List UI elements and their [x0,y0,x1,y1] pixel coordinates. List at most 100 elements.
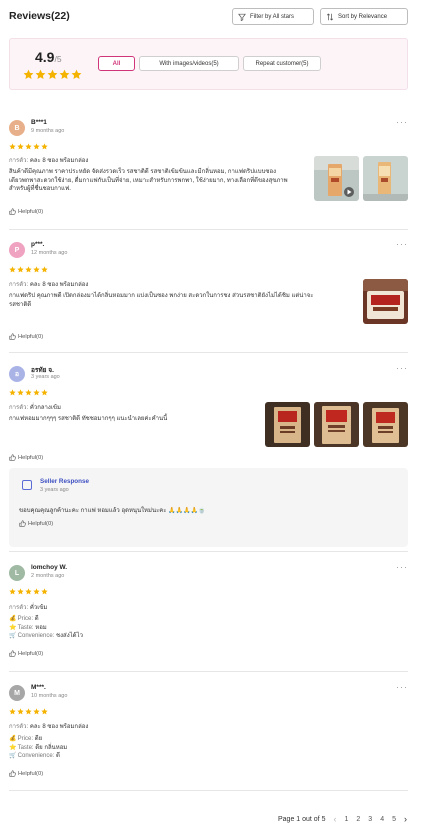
review-stars [9,389,48,396]
star-icon [59,69,70,80]
summary-stars [23,69,82,80]
avatar: B [9,120,25,136]
attr-key: Price: [17,616,34,622]
seller-response: Seller Response 3 years ago ขอบคุณคุณลูก… [9,468,408,547]
thumbs-up-icon [9,770,16,777]
helpful-count: Helpful(0) [18,454,44,461]
helpful-count: Helpful(0) [18,333,44,340]
star-icon [9,266,16,273]
attr-value: ดี [34,616,39,622]
score-suffix: /5 [54,54,62,64]
helpful-button[interactable]: Helpful(0) [9,208,43,215]
star-icon: ⭐ [9,624,17,631]
thumbs-up-icon [9,208,16,215]
star-icon [33,143,40,150]
taste-row: ⭐ Taste: หอม [9,624,83,633]
helpful-button[interactable]: Helpful(0) [9,454,43,461]
review-item: B B***1 9 months ago ··· การตัว: คละ 8 ซ… [9,118,408,230]
star-icon [71,69,82,80]
chip-all[interactable]: All [98,56,135,71]
review-text: กาแฟหอมมากๆๆๆ รสชาติดี ทัชชอมากๆๆ แนะนำเ… [9,415,259,424]
seller-response-date: 3 years ago [40,487,69,493]
review-photo[interactable] [363,402,408,447]
variant-attribute: การตัว: คั่วเข้ม [9,602,47,612]
attr-value: หอม [35,624,47,631]
helpful-button[interactable]: Helpful(0) [19,520,53,527]
page-2[interactable]: 2 [356,816,360,823]
review-photo[interactable] [265,402,310,447]
money-bag-icon: 💰 [9,736,17,742]
reviewer-name: B***1 [31,119,47,126]
review-stars [9,143,48,150]
page-3[interactable]: 3 [368,816,372,823]
variant-key: การตัว: [9,405,29,411]
seller-response-text: ขอบคุณคุณลูกค้านะคะ กาแฟ หอมแล้ว อุดหนุน… [19,508,206,514]
review-photo[interactable] [363,156,408,201]
more-options-icon[interactable]: ··· [396,118,408,127]
pagination: Page 1 out of 5 ‹ 1 2 3 4 5 › [278,814,407,824]
helpful-button[interactable]: Helpful(0) [9,650,43,657]
thumbs-up-icon [9,650,16,657]
variant-value: คั่วเข้ม [29,605,48,611]
review-date: 10 months ago [31,693,68,699]
sort-button[interactable]: Sort by Relevance [320,8,408,25]
attr-value: ดีย กลิ่นหอม [35,744,68,751]
reviewer-name: p***. [31,241,45,248]
star-icon [9,389,16,396]
star-icon [41,389,48,396]
star-icon [33,708,40,715]
helpful-button[interactable]: Helpful(0) [9,770,43,777]
page-5[interactable]: 5 [392,816,396,823]
star-icon [35,69,46,80]
review-date: 12 months ago [31,250,68,256]
star-icon: ⭐ [9,744,17,751]
filter-stars-button[interactable]: Filter by All stars [232,8,314,25]
review-photo[interactable] [363,279,408,324]
star-icon [17,143,24,150]
star-icon [41,708,48,715]
price-row: 💰 Price: ดี [9,615,83,624]
prev-page-icon[interactable]: ‹ [333,814,336,824]
avatar: M [9,685,25,701]
reviews-title: Reviews(22) [9,10,70,22]
page-1[interactable]: 1 [344,816,348,823]
thumbs-up-icon [19,520,26,527]
convenience-row: 🛒 Convenience: ดี [9,752,67,761]
variant-value: คั่วกลางเข้ม [29,405,61,411]
sort-icon [326,13,334,20]
chip-repeat-customer[interactable]: Repeat customer(5) [243,56,321,71]
more-options-icon[interactable]: ··· [396,683,408,692]
review-attributes: 💰 Price: ดีย ⭐ Taste: ดีย กลิ่นหอม 🛒 Con… [9,735,67,761]
more-options-icon[interactable]: ··· [396,364,408,373]
star-icon [17,588,24,595]
review-date: 3 years ago [31,374,60,380]
review-date: 2 months ago [31,573,65,579]
star-icon [33,266,40,273]
filter-icon [238,13,246,21]
helpful-button[interactable]: Helpful(0) [9,333,43,340]
review-text-line: รสชาติดี [9,301,32,308]
variant-attribute: การตัว: คละ 8 ซอง พร้อมกล่อง [9,155,88,165]
avatar: L [9,565,25,581]
chip-with-media[interactable]: With images/videos(5) [139,56,239,71]
variant-attribute: การตัว: คั่วกลางเข้ม [9,402,61,412]
review-video-thumbnail[interactable] [314,156,359,201]
review-photo[interactable] [314,402,359,447]
review-stars [9,708,48,715]
attr-key: Convenience: [17,633,55,639]
variant-value: คละ 8 ซอง พร้อมกล่อง [29,282,89,288]
attr-value: ดี [56,753,60,759]
star-icon [25,143,32,150]
money-bag-icon: 💰 [9,616,17,622]
avatar: P [9,242,25,258]
star-icon [25,588,32,595]
filter-stars-label: Filter by All stars [250,13,295,20]
more-options-icon[interactable]: ··· [396,240,408,249]
more-options-icon[interactable]: ··· [396,563,408,572]
variant-value: คละ 8 ซอง พร้อมกล่อง [29,724,89,730]
review-text: สินค้าดีมีคุณภาพ ราคาประหยัด จัดส่งรวดเร… [9,168,309,194]
seller-response-title: Seller Response [40,478,89,485]
page-4[interactable]: 4 [380,816,384,823]
next-page-icon[interactable]: › [404,814,407,824]
average-score-value: 4.9 [35,49,55,65]
